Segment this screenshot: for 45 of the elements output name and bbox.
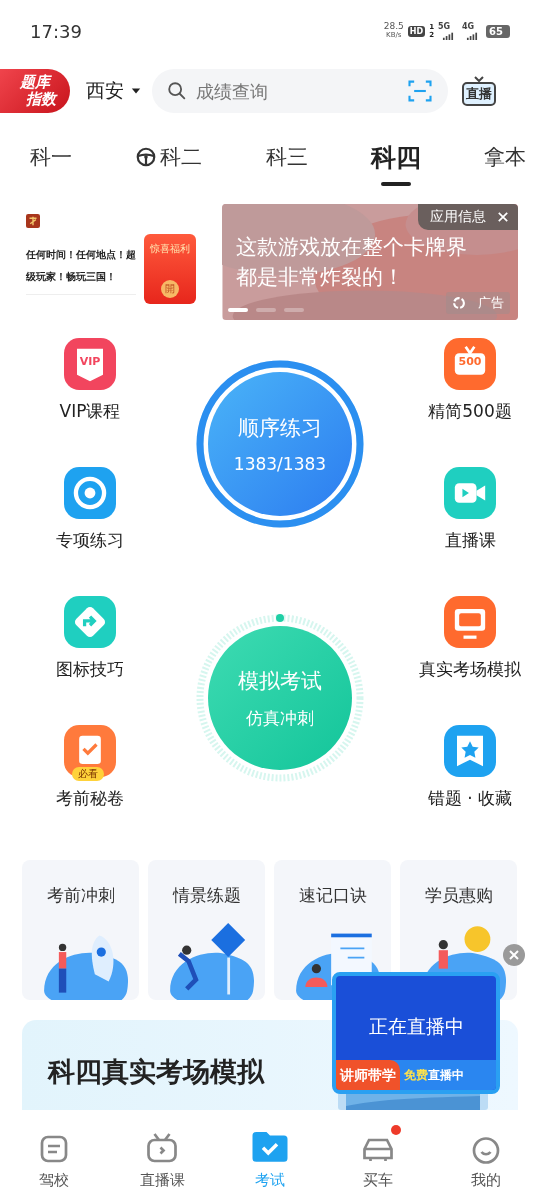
icon-label: 500	[457, 355, 483, 368]
envelope-seal: 開	[161, 280, 179, 298]
network-speed: 28.5	[383, 22, 404, 31]
subject-tab[interactable]: 拿本	[484, 139, 526, 183]
subject-tab[interactable]: 科四	[370, 136, 421, 186]
subject-tab[interactable]: 科二	[135, 139, 203, 183]
live-popup[interactable]: 正在直播中 讲师带学 免费直播中	[332, 972, 500, 1094]
search-field[interactable]: 成绩查询	[152, 69, 448, 113]
shortcut-card[interactable]: 考前冲刺	[22, 860, 139, 1000]
city-selector[interactable]: 西安	[70, 78, 152, 104]
subject-tab[interactable]: 科三	[265, 139, 308, 183]
feature-label[interactable]: 考前秘卷	[56, 787, 124, 810]
must-see-badge: 必看	[72, 767, 104, 781]
battery-level: 65	[486, 24, 510, 38]
ad-card[interactable]: 任何时间！任何地点！超级玩家！畅玩三国！ 惊喜福利 開	[26, 204, 222, 320]
feature-label[interactable]: 真实考场模拟	[419, 658, 521, 681]
icon-label: VIP	[78, 355, 102, 368]
network-type: 5G	[438, 22, 451, 31]
ad-headline: 这款游戏放在整个卡牌界都是非常炸裂的！	[236, 234, 468, 291]
shortcut-card[interactable]: 速记口诀	[274, 860, 391, 1000]
index-badge[interactable]: 题库 指数	[0, 69, 70, 113]
feature-label[interactable]: 精简500题	[428, 400, 512, 423]
feature-label[interactable]: VIP课程	[59, 400, 121, 423]
feature-label[interactable]: 直播课	[444, 529, 496, 552]
hd-badge: HD	[407, 25, 426, 37]
nav-tab[interactable]: 驾校	[14, 1125, 94, 1190]
nav-tab[interactable]: 买车	[338, 1125, 418, 1190]
free-live-text: 免费直播中	[403, 1066, 464, 1084]
feature-label[interactable]: 图标技巧	[56, 658, 124, 681]
feature-label[interactable]: 错题 · 收藏	[427, 787, 513, 810]
nav-tab[interactable]: 直播课	[122, 1125, 202, 1190]
app-info-button[interactable]: 应用信息	[418, 204, 518, 230]
network-type: 4G	[462, 22, 475, 31]
clock-time: 17:39	[30, 20, 82, 42]
exam-subtitle: 仿真冲刺	[246, 706, 314, 730]
subject-tab[interactable]: 科一	[30, 139, 72, 183]
ad-label-text: 广告	[478, 294, 504, 312]
feature-label[interactable]: 专项练习	[56, 529, 124, 552]
shortcut-card[interactable]: 情景练题	[148, 860, 265, 1000]
nav-tab[interactable]: 我的	[446, 1125, 526, 1190]
badge-text: 题库	[20, 74, 50, 91]
envelope-title: 惊喜福利	[150, 242, 190, 256]
ad-text: 任何时间！任何地点！超级玩家！畅玩三国！	[26, 243, 136, 295]
badge-text: 指数	[25, 91, 56, 108]
teacher-tag: 讲师带学	[336, 1060, 400, 1090]
